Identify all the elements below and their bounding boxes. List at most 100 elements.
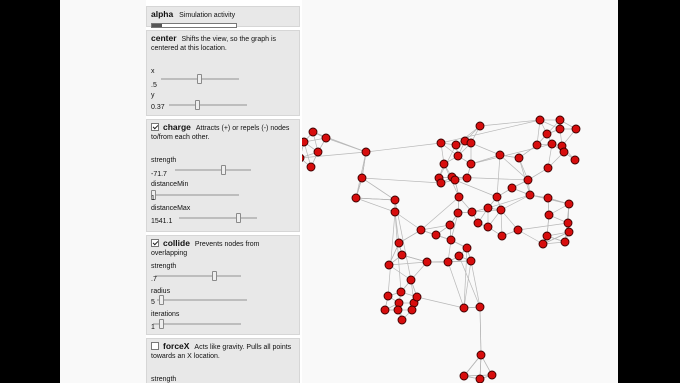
- graph-node[interactable]: [523, 175, 533, 185]
- graph-node[interactable]: [439, 159, 449, 169]
- graph-node[interactable]: [467, 207, 477, 217]
- graph-node[interactable]: [451, 140, 461, 150]
- graph-node[interactable]: [475, 374, 485, 383]
- graph-node[interactable]: [496, 205, 506, 215]
- collide-strength-slider-thumb[interactable]: [212, 271, 218, 281]
- graph-node[interactable]: [453, 151, 463, 161]
- graph-node[interactable]: [445, 220, 455, 230]
- graph-node[interactable]: [351, 193, 361, 203]
- graph-node[interactable]: [495, 150, 505, 160]
- graph-node[interactable]: [412, 292, 422, 302]
- graph-node[interactable]: [459, 371, 469, 381]
- graph-node[interactable]: [446, 235, 456, 245]
- graph-node[interactable]: [535, 115, 545, 125]
- graph-node[interactable]: [538, 239, 548, 249]
- graph-node[interactable]: [542, 129, 552, 139]
- collide-strength-slider[interactable]: [155, 271, 241, 281]
- graph-node[interactable]: [384, 260, 394, 270]
- charge-checkbox[interactable]: [151, 123, 159, 131]
- graph-links: [299, 119, 577, 380]
- graph-node[interactable]: [564, 199, 574, 209]
- graph-node[interactable]: [559, 147, 569, 157]
- graph-node[interactable]: [475, 302, 485, 312]
- graph-node[interactable]: [555, 115, 565, 125]
- graph-node[interactable]: [497, 231, 507, 241]
- graph-node[interactable]: [466, 138, 476, 148]
- graph-node[interactable]: [394, 238, 404, 248]
- center-x-slider-thumb[interactable]: [197, 74, 202, 84]
- graph-node[interactable]: [459, 303, 469, 313]
- graph-node[interactable]: [543, 163, 553, 173]
- graph-node[interactable]: [475, 121, 485, 131]
- graph-node[interactable]: [454, 192, 464, 202]
- charge-strength-slider-thumb[interactable]: [220, 165, 226, 175]
- graph-node[interactable]: [397, 315, 407, 325]
- graph-node[interactable]: [390, 207, 400, 217]
- collide-radius-slider-thumb[interactable]: [159, 295, 165, 305]
- graph-node[interactable]: [547, 139, 557, 149]
- charge-distancemax-slider[interactable]: [179, 213, 257, 223]
- graph-node[interactable]: [443, 257, 453, 267]
- graph-node[interactable]: [416, 225, 426, 235]
- forcex-checkbox[interactable]: [151, 342, 159, 350]
- graph-node[interactable]: [487, 370, 497, 380]
- charge-distancemin-slider[interactable]: [150, 190, 239, 200]
- graph-node[interactable]: [513, 225, 523, 235]
- graph-node[interactable]: [476, 350, 486, 360]
- graph-node[interactable]: [431, 230, 441, 240]
- graph-node[interactable]: [406, 275, 416, 285]
- graph-node[interactable]: [383, 291, 393, 301]
- graph-node[interactable]: [466, 256, 476, 266]
- collide-checkbox[interactable]: [151, 239, 159, 247]
- graph-node[interactable]: [321, 133, 331, 143]
- graph-node[interactable]: [483, 203, 493, 213]
- graph-node[interactable]: [564, 227, 574, 237]
- graph-node[interactable]: [543, 193, 553, 203]
- center-y-slider[interactable]: [169, 100, 247, 110]
- charge-distancemax-slider-thumb[interactable]: [236, 213, 242, 223]
- center-x-value: .5: [151, 82, 157, 89]
- collide-iterations-slider-thumb[interactable]: [158, 319, 164, 329]
- charge-strength-slider[interactable]: [175, 165, 251, 175]
- graph-node[interactable]: [453, 208, 463, 218]
- collide-radius-slider[interactable]: [157, 295, 247, 305]
- graph-node[interactable]: [563, 218, 573, 228]
- graph-node[interactable]: [450, 175, 460, 185]
- graph-node[interactable]: [436, 178, 446, 188]
- center-y-label: y: [151, 92, 155, 99]
- graph-node[interactable]: [396, 287, 406, 297]
- graph-node[interactable]: [308, 127, 318, 137]
- graph-node[interactable]: [422, 257, 432, 267]
- graph-node[interactable]: [390, 195, 400, 205]
- graph-node[interactable]: [492, 192, 502, 202]
- graph-node[interactable]: [555, 124, 565, 134]
- graph-node[interactable]: [454, 251, 464, 261]
- graph-node[interactable]: [525, 190, 535, 200]
- graph-node[interactable]: [436, 138, 446, 148]
- graph-node[interactable]: [393, 305, 403, 315]
- collide-iterations-slider[interactable]: [153, 319, 241, 329]
- graph-node[interactable]: [532, 140, 542, 150]
- force-graph[interactable]: [60, 0, 618, 383]
- graph-node[interactable]: [407, 305, 417, 315]
- graph-node[interactable]: [507, 183, 517, 193]
- graph-node[interactable]: [462, 173, 472, 183]
- graph-node[interactable]: [570, 155, 580, 165]
- graph-node[interactable]: [571, 124, 581, 134]
- graph-node[interactable]: [466, 159, 476, 169]
- center-x-slider[interactable]: [161, 74, 239, 84]
- graph-node[interactable]: [306, 162, 316, 172]
- center-y-slider-thumb[interactable]: [194, 100, 200, 110]
- graph-node[interactable]: [544, 210, 554, 220]
- graph-node[interactable]: [380, 305, 390, 315]
- graph-node[interactable]: [542, 231, 552, 241]
- graph-node[interactable]: [560, 237, 570, 247]
- graph-node[interactable]: [313, 147, 323, 157]
- graph-node[interactable]: [397, 250, 407, 260]
- graph-node[interactable]: [473, 218, 483, 228]
- graph-node[interactable]: [357, 173, 367, 183]
- graph-node[interactable]: [514, 153, 524, 163]
- graph-node[interactable]: [361, 147, 371, 157]
- graph-node[interactable]: [483, 222, 493, 232]
- graph-node[interactable]: [462, 243, 472, 253]
